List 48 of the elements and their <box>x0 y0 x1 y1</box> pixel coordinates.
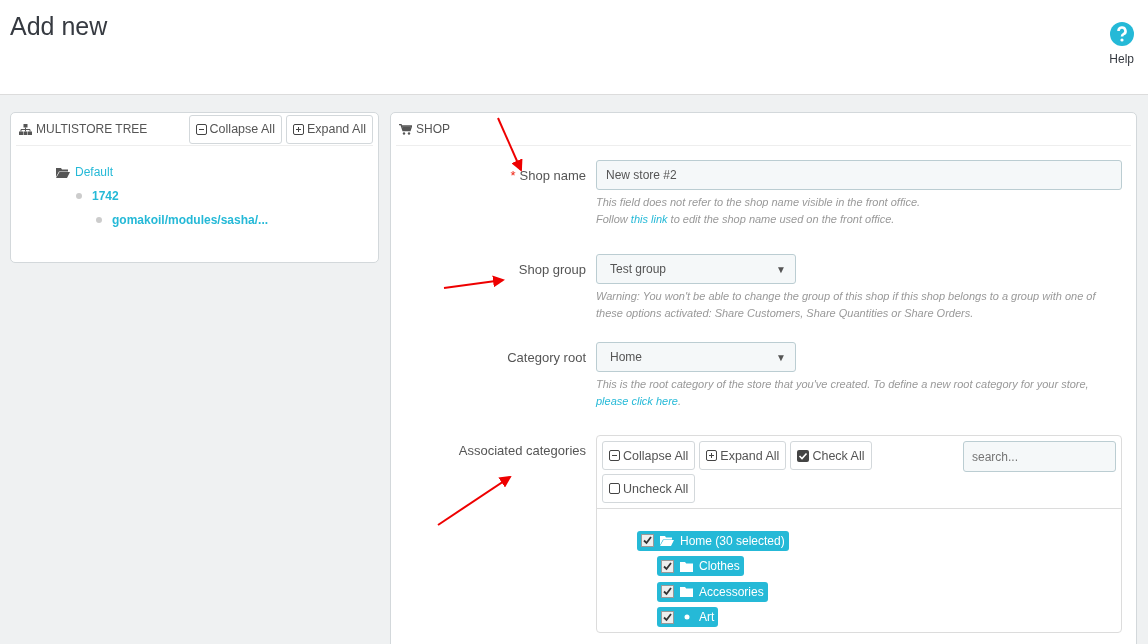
category-label: Clothes <box>699 559 740 573</box>
page-title: Add new <box>10 12 108 42</box>
checkbox[interactable] <box>641 534 654 547</box>
field-label: * Shop name <box>510 167 586 183</box>
checkbox[interactable] <box>661 610 674 624</box>
plus-square-icon <box>706 450 718 461</box>
tree-button[interactable]: Collapse All <box>188 114 282 144</box>
bullet-icon <box>96 217 102 223</box>
help-button[interactable]: Help <box>1109 22 1134 94</box>
tree-button[interactable]: Expand All <box>699 441 787 470</box>
checkbox[interactable] <box>661 585 674 598</box>
minus-square-icon <box>609 450 620 461</box>
annotation-arrow <box>497 117 523 172</box>
tree-button[interactable]: Check All <box>790 441 872 470</box>
folder-icon <box>680 560 693 572</box>
bullet-icon <box>76 193 82 199</box>
shop-group-select[interactable]: Test group ▼ <box>596 254 796 284</box>
folder-icon <box>680 586 693 597</box>
sitemap-icon <box>19 123 32 135</box>
help-text: This is the root category of the store that you've created. To define a new root category for your store, please click here. <box>596 377 1090 409</box>
folder-icon <box>56 166 70 178</box>
field-label: Category root <box>507 349 586 365</box>
help-text: Warning: You won't be able to change the group of this shop if this shop belongs to a group with one of these options activated: Share Customers, Share Quantities or Share Orders. <box>596 289 1098 321</box>
annotation-arrow <box>443 275 505 289</box>
panel-title: MULTISTORE TREE <box>19 122 148 136</box>
category-label: Art <box>699 610 715 624</box>
category-label: Home (30 selected) <box>680 533 785 548</box>
checkbox[interactable] <box>661 559 674 573</box>
checked-box-icon <box>797 449 810 462</box>
folder-icon <box>660 535 674 546</box>
empty-box-icon <box>609 483 620 494</box>
cart-icon <box>399 123 412 135</box>
field-label: Associated categories <box>458 442 586 458</box>
plus-square-icon <box>292 123 304 135</box>
panel-title: SHOP <box>399 122 450 136</box>
tree-button[interactable]: Collapse All <box>602 441 696 470</box>
shop-name-field[interactable]: New store #2 <box>596 160 1122 190</box>
category-root-select[interactable]: Home ▼ <box>596 342 796 372</box>
minus-square-icon <box>195 123 207 135</box>
help-text: This field does not refer to the shop name visible in the front office. Follow this link to edit the shop name used on the front office. <box>596 195 922 227</box>
search-field[interactable]: search... <box>963 441 1116 472</box>
dropdown-caret-icon: ▼ <box>776 263 786 275</box>
category-label: Accessories <box>699 584 764 599</box>
tree-button[interactable]: Uncheck All <box>602 474 696 503</box>
field-label: Shop group <box>518 261 586 277</box>
dropdown-caret-icon: ▼ <box>776 351 786 363</box>
tree-button[interactable]: Expand All <box>285 114 373 144</box>
help-icon <box>1109 22 1134 46</box>
